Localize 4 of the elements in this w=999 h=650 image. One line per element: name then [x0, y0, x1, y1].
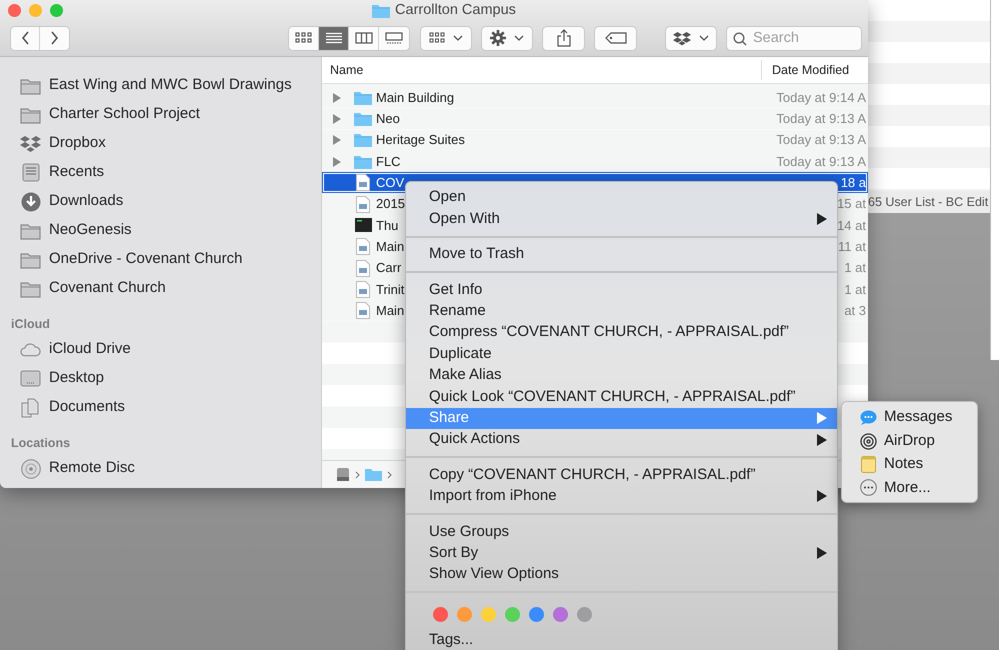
window-title: Carrollton Campus [395, 1, 516, 20]
window-title: 65 User List - BC Edit [868, 191, 990, 213]
section-heading: Locations [10, 435, 72, 452]
section-heading: iCloud [10, 316, 51, 333]
